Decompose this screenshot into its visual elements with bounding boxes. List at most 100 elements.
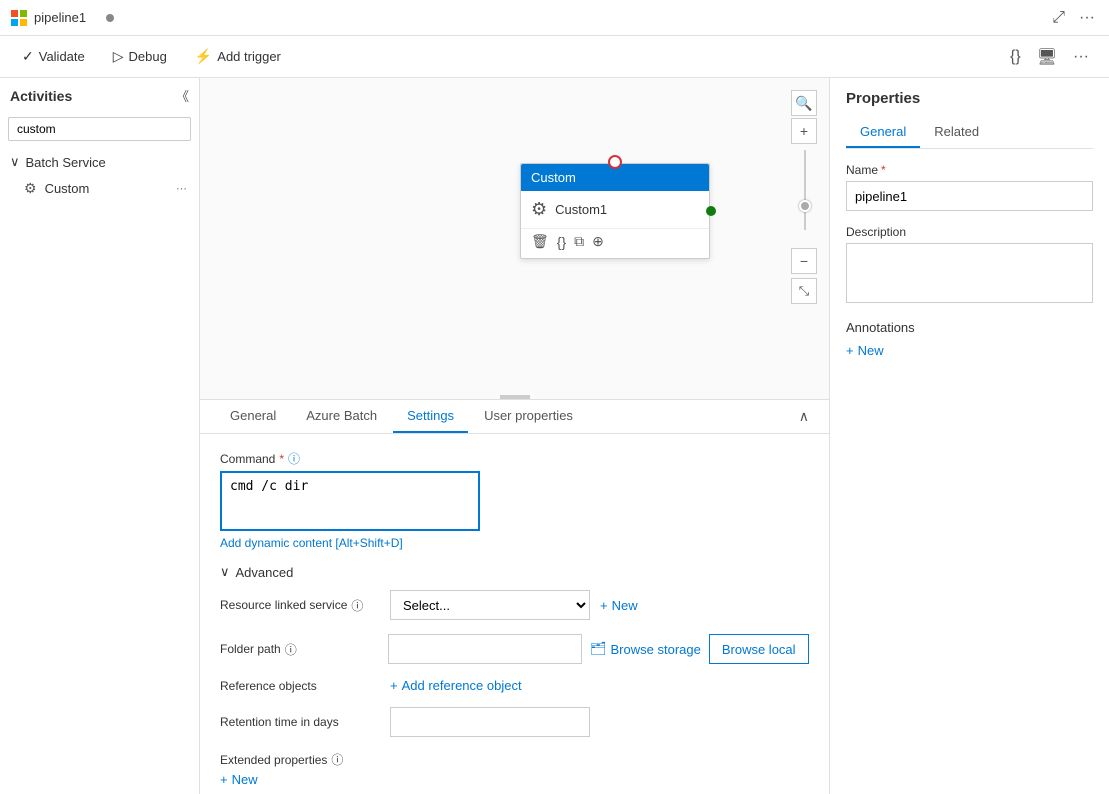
sidebar-item-actions: ⋯ xyxy=(176,182,187,195)
zoom-out-button[interactable]: − xyxy=(791,248,817,274)
search-canvas-button[interactable]: 🔍 xyxy=(791,90,817,116)
gear-icon: ⚙ xyxy=(24,180,37,197)
tab-general[interactable]: General xyxy=(216,400,290,433)
node-footer: 🗑 {} ⧉ ⊕ xyxy=(521,228,709,258)
folder-icon: 🗂 xyxy=(590,641,607,657)
pipeline-title: pipeline1 xyxy=(34,10,86,25)
canvas-slider-area xyxy=(804,150,806,230)
code-icon[interactable]: {} xyxy=(1006,44,1025,70)
command-row: Command * ⓘ cmd /c dir Add dynamic conte… xyxy=(220,450,809,550)
new-ext-prop-button[interactable]: + New xyxy=(220,772,809,787)
name-input[interactable] xyxy=(846,181,1093,211)
node-container: Custom ⚙ Custom1 🗑 {} ⧉ ⊕ xyxy=(520,163,710,259)
add-trigger-button[interactable]: ⚡ Add trigger xyxy=(189,44,287,69)
node-name: Custom1 xyxy=(555,202,607,217)
panel-drag-handle[interactable] xyxy=(500,395,530,399)
browse-local-button[interactable]: Browse local xyxy=(709,634,809,664)
sidebar-header-icons: 《 xyxy=(176,86,189,105)
sidebar-header: Activities 《 xyxy=(0,78,199,113)
extended-props-row: Extended properties ⓘ + New xyxy=(220,751,809,787)
collapse-left-icon[interactable]: 《 xyxy=(176,86,189,105)
reference-objects-row: Reference objects + Add reference object xyxy=(220,678,809,693)
name-field: Name * xyxy=(846,163,1093,211)
debug-icon: ▷ xyxy=(113,48,124,65)
connect-icon[interactable]: ⊕ xyxy=(592,233,604,250)
resource-linked-label: Resource linked service ⓘ xyxy=(220,597,380,614)
command-input[interactable]: cmd /c dir xyxy=(220,471,480,531)
browse-storage-button[interactable]: 🗂 Browse storage xyxy=(590,641,701,657)
sidebar-item-label: Custom xyxy=(45,181,90,196)
canvas-controls: 🔍 + xyxy=(791,90,817,144)
chevron-down-icon: ∨ xyxy=(10,154,20,170)
center-area: Custom ⚙ Custom1 🗑 {} ⧉ ⊕ xyxy=(200,78,829,794)
new-annotation-button[interactable]: + New xyxy=(846,343,1093,358)
search-input[interactable] xyxy=(8,117,191,141)
chevron-down-icon: ∨ xyxy=(220,564,230,580)
collapse-panel-button[interactable]: ∧ xyxy=(795,404,813,429)
sidebar-group-batch-header[interactable]: ∨ Batch Service xyxy=(0,149,199,175)
activity-node[interactable]: Custom ⚙ Custom1 🗑 {} ⧉ ⊕ xyxy=(520,163,710,259)
dynamic-content-link[interactable]: Add dynamic content [Alt+Shift+D] xyxy=(220,536,809,550)
props-tab-general[interactable]: General xyxy=(846,117,920,148)
trigger-icon: ⚡ xyxy=(195,48,212,65)
description-label: Description xyxy=(846,225,1093,239)
props-header: Properties General Related xyxy=(830,78,1109,149)
folder-path-info-icon[interactable]: ⓘ xyxy=(285,641,297,658)
action-icon-1[interactable]: ⋯ xyxy=(176,182,187,195)
toolbar: ✓ Validate ▷ Debug ⚡ Add trigger {} 🖥 ··… xyxy=(0,36,1109,78)
resource-linked-select[interactable]: Select... xyxy=(390,590,590,620)
debug-button[interactable]: ▷ Debug xyxy=(107,44,173,69)
properties-panel: Properties General Related Name * xyxy=(829,78,1109,794)
slider-track xyxy=(804,150,806,230)
resource-info-icon[interactable]: ⓘ xyxy=(351,597,363,614)
bottom-tabs: General Azure Batch Settings User proper… xyxy=(200,400,829,434)
fullscreen-button[interactable]: ⤡ xyxy=(791,278,817,304)
folder-path-input[interactable] xyxy=(388,634,582,664)
command-info-icon[interactable]: ⓘ xyxy=(288,450,300,467)
extended-props-label: Extended properties ⓘ xyxy=(220,751,809,768)
slider-thumb[interactable] xyxy=(799,200,811,212)
delete-icon[interactable]: 🗑 xyxy=(531,233,549,250)
name-label: Name * xyxy=(846,163,1093,177)
sidebar-group-batch: ∨ Batch Service ⚙ Custom ⋯ xyxy=(0,145,199,206)
description-field: Description xyxy=(846,225,1093,306)
monitor-icon[interactable]: 🖥 xyxy=(1033,43,1061,71)
node-success-dot xyxy=(706,206,716,216)
advanced-section-toggle[interactable]: ∨ Advanced xyxy=(220,564,809,580)
resource-linked-row: Resource linked service ⓘ Select... + Ne… xyxy=(220,590,809,620)
add-reference-button[interactable]: + Add reference object xyxy=(390,678,522,693)
new-linked-service-button[interactable]: + New xyxy=(600,598,638,613)
props-title: Properties xyxy=(846,90,1093,107)
tab-azure-batch[interactable]: Azure Batch xyxy=(292,400,391,433)
props-tabs: General Related xyxy=(846,117,1093,149)
ext-props-info-icon[interactable]: ⓘ xyxy=(331,751,343,768)
more-options-icon[interactable]: ··· xyxy=(1069,44,1093,70)
sidebar-title: Activities xyxy=(10,88,72,104)
copy-icon[interactable]: ⧉ xyxy=(574,233,584,250)
props-tab-related[interactable]: Related xyxy=(920,117,993,148)
sidebar: Activities 《 ∨ Batch Service ⚙ Custom ⋯ xyxy=(0,78,200,794)
main-layout: Activities 《 ∨ Batch Service ⚙ Custom ⋯ xyxy=(0,78,1109,794)
toolbar-right: {} 🖥 ··· xyxy=(1006,43,1093,71)
validate-button[interactable]: ✓ Validate xyxy=(16,44,91,69)
retention-time-input[interactable] xyxy=(390,707,590,737)
node-gear-icon: ⚙ xyxy=(531,199,547,220)
zoom-in-button[interactable]: + xyxy=(791,118,817,144)
canvas[interactable]: Custom ⚙ Custom1 🗑 {} ⧉ ⊕ xyxy=(200,78,829,399)
more-icon[interactable]: ··· xyxy=(1075,5,1099,31)
plus-icon-ref: + xyxy=(390,678,398,693)
tab-settings[interactable]: Settings xyxy=(393,400,468,433)
command-required: * xyxy=(279,452,284,466)
code-node-icon[interactable]: {} xyxy=(557,234,566,250)
description-input[interactable] xyxy=(846,243,1093,303)
expand-icon[interactable]: ⤢ xyxy=(1048,5,1069,31)
retention-time-label: Retention time in days xyxy=(220,715,380,729)
props-body: Name * Description Annotations + New xyxy=(830,149,1109,794)
node-error-indicator xyxy=(608,155,622,169)
sidebar-item-custom[interactable]: ⚙ Custom ⋯ xyxy=(0,175,199,202)
annotations-title: Annotations xyxy=(846,320,1093,335)
command-label: Command * ⓘ xyxy=(220,450,809,467)
bottom-panel: General Azure Batch Settings User proper… xyxy=(200,399,829,794)
node-body: ⚙ Custom1 xyxy=(521,191,709,228)
tab-user-properties[interactable]: User properties xyxy=(470,400,587,433)
